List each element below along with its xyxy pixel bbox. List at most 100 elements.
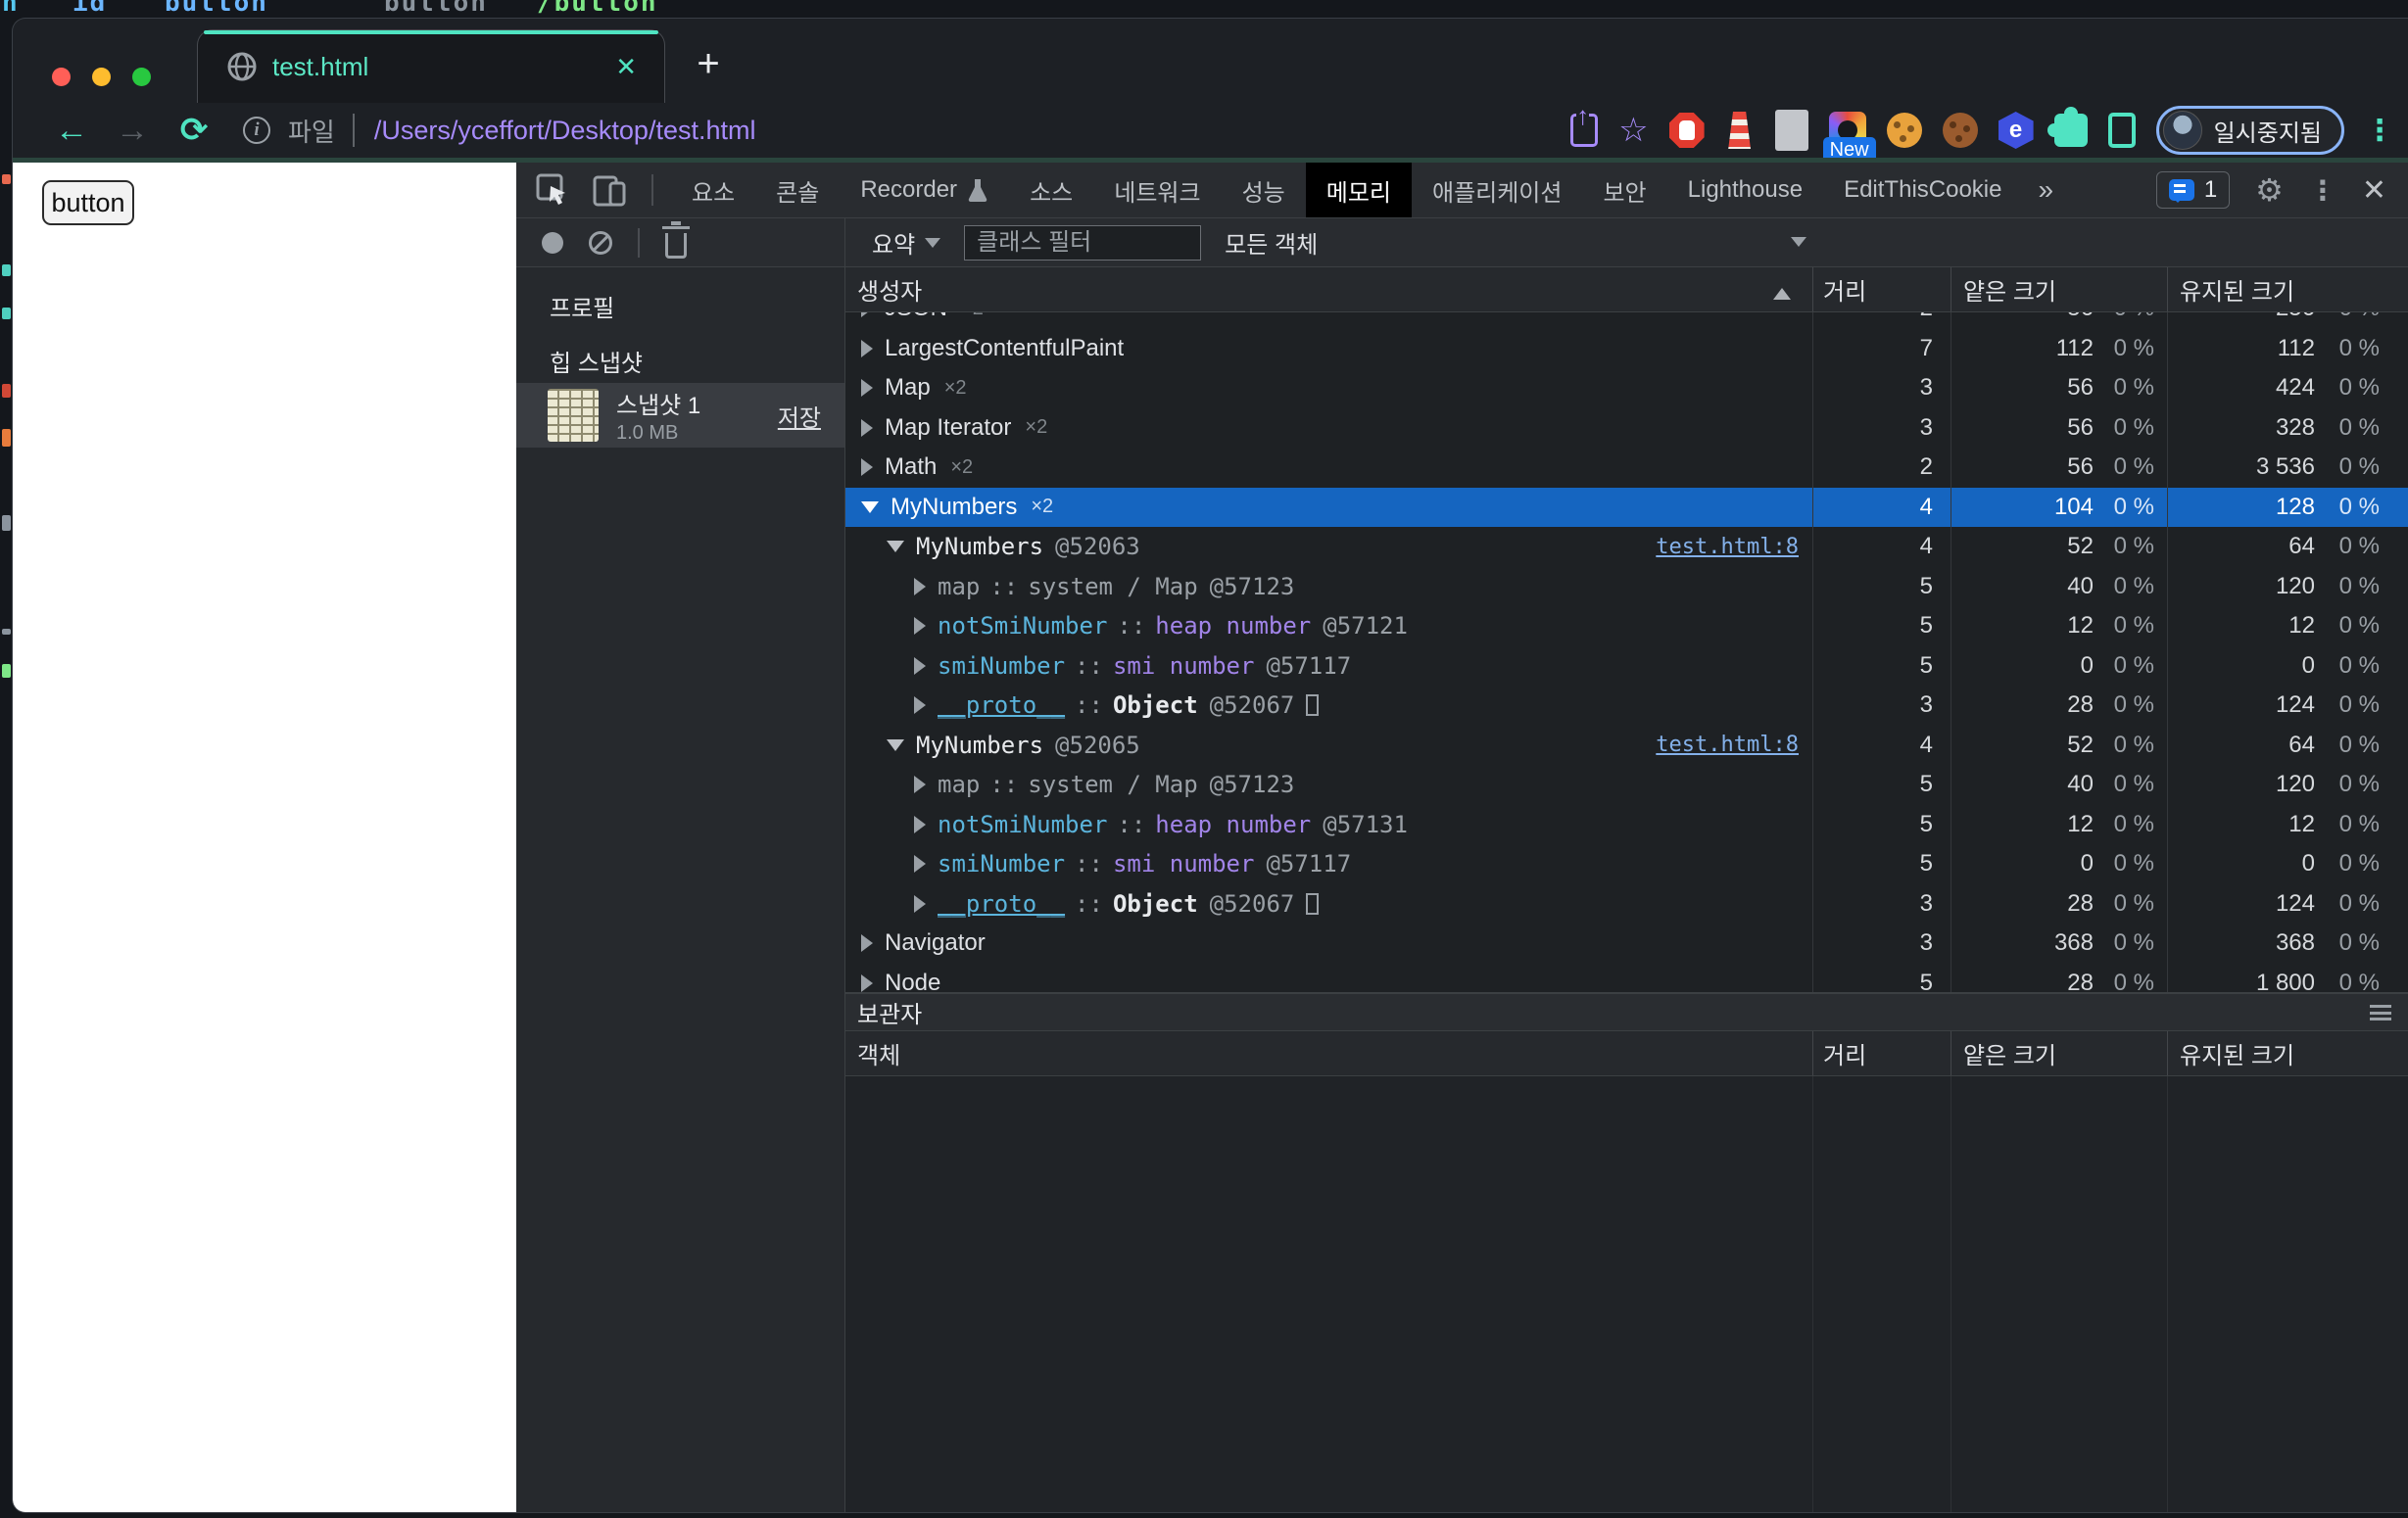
extensions-puzzle-icon[interactable] [2047,107,2088,147]
column-retained-size[interactable]: 유지된 크기 [2167,267,2408,311]
back-icon[interactable]: ← [50,103,93,158]
chevron-right-icon[interactable] [914,815,926,833]
devtools-tab-보안[interactable]: 보안 [1582,163,1666,217]
devtools-tab-네트워크[interactable]: 네트워크 [1093,163,1221,217]
lighthouse-extension-icon[interactable] [1728,112,1751,149]
column-divider[interactable] [1812,312,1813,992]
devtools-kebab-icon[interactable]: ⋮ [2309,174,2336,207]
column-object[interactable]: 객체 [845,1036,1812,1070]
chevron-right-icon[interactable] [914,855,926,874]
heap-grid-row[interactable]: Map Iterator ×2 3 56 0 % 328 0 % [845,408,2408,449]
rainbow-extension-icon[interactable]: New [1822,112,1876,164]
chevron-right-icon[interactable] [914,656,926,675]
cookie-editor-extension-icon[interactable] [1942,113,1978,148]
heap-grid-row[interactable]: map:: system / Map @57123 5 40 0 % 120 0 % [845,765,2408,805]
url-text[interactable]: /Users/yceffort/Desktop/test.html [374,116,756,146]
heap-grid-row[interactable]: notSmiNumber:: heap number @57131 5 12 0 % 12 0… [845,805,2408,845]
page-button[interactable]: button [42,180,134,225]
minimize-window-button[interactable] [92,68,111,86]
column-retained-size[interactable]: 유지된 크기 [2167,1031,2408,1075]
browser-tab[interactable]: test.html ✕ [197,29,665,103]
record-heap-icon[interactable] [542,231,563,254]
source-link[interactable]: test.html:8 [1656,535,1799,559]
devtools-tab-메모리[interactable]: 메모리 [1305,163,1412,217]
chevron-down-icon[interactable] [887,541,904,553]
close-window-button[interactable] [52,68,71,86]
tab-close-icon[interactable]: ✕ [615,52,637,82]
heap-grid-row[interactable]: JSON×22560 %2560 % [845,312,2408,329]
chevron-right-icon[interactable] [861,973,873,992]
settings-gear-icon[interactable]: ⚙ [2255,171,2284,209]
sidebar-extension-icon[interactable] [2107,113,2136,148]
column-shallow-size[interactable]: 얕은 크기 [1950,1031,2167,1075]
devtools-tab-요소[interactable]: 요소 [671,163,755,217]
view-select[interactable]: 요약 [872,225,941,260]
issues-counter[interactable]: 1 [2155,171,2231,209]
chevron-down-icon[interactable] [1791,237,1806,247]
cookie-extension-icon[interactable] [1886,113,1922,148]
gray-extension-icon[interactable] [1774,110,1808,151]
snapshot-item[interactable]: 스냅샷 1 1.0 MB 저장 [516,383,844,448]
hamburger-menu-icon[interactable] [2370,1004,2391,1020]
chevron-right-icon[interactable] [914,577,926,595]
chevron-right-icon[interactable] [861,458,873,477]
column-shallow-size[interactable]: 얕은 크기 [1950,267,2167,311]
chevron-right-icon[interactable] [861,312,873,318]
chevron-down-icon[interactable] [887,738,904,751]
chevron-right-icon[interactable] [861,339,873,357]
shield-e-extension-icon[interactable]: e [1998,112,2034,149]
devtools-tab-성능[interactable]: 성능 [1222,163,1306,217]
heap-grid-row[interactable]: MyNumbers @52063 test.html:8 4 52 0 % 64 0 % [845,527,2408,567]
browser-menu-kebab-icon[interactable]: ⋮ [2365,114,2394,148]
heap-grid-row[interactable]: notSmiNumber:: heap number @57121 5 12 0 % 12 0… [845,606,2408,646]
chevron-right-icon[interactable] [914,617,926,636]
delete-snapshots-icon[interactable] [662,220,690,259]
save-snapshot-link[interactable]: 저장 [778,399,821,433]
chevron-right-icon[interactable] [914,776,926,794]
heap-grid-row[interactable]: Node 5 28 0 % 1 800 0 % [845,964,2408,992]
column-constructor[interactable]: 생성자 [845,272,1812,307]
more-tabs-icon[interactable]: » [2022,174,2069,206]
forward-icon[interactable]: → [111,103,154,158]
share-icon[interactable] [1570,101,1599,147]
objects-filter-select[interactable]: 모든 객체 [1225,225,1318,260]
chevron-right-icon[interactable] [861,418,873,437]
reload-icon[interactable]: ⟳ [172,103,216,158]
zoom-window-button[interactable] [132,68,151,86]
heap-grid-row[interactable]: MyNumbers ×2 4 104 0 % 128 0 % [845,487,2408,527]
column-divider[interactable] [1950,312,1951,992]
devtools-tab-소스[interactable]: 소스 [1009,163,1093,217]
devtools-close-icon[interactable]: ✕ [2362,173,2386,208]
heap-grid-row[interactable]: Map ×2 3 56 0 % 424 0 % [845,368,2408,408]
heap-grid-row[interactable]: MyNumbers @52065 test.html:8 4 52 0 % 64 0 % [845,726,2408,766]
devtools-tab-EditThisCookie[interactable]: EditThisCookie [1823,163,2022,217]
device-toolbar-icon[interactable] [593,173,628,207]
chevron-right-icon[interactable] [914,894,926,913]
devtools-tab-Lighthouse[interactable]: Lighthouse [1667,163,1823,217]
adblock-extension-icon[interactable] [1668,113,1705,148]
column-distance[interactable]: 거리 [1812,267,1950,311]
omnibox[interactable]: i 파일 /Users/yceffort/Desktop/test.html [243,107,755,154]
profile-pill[interactable]: 일시중지됨 [2155,106,2344,155]
column-divider[interactable] [2167,312,2168,992]
site-info-icon[interactable]: i [243,117,270,144]
heap-grid-row[interactable]: LargestContentfulPaint 7 112 0 % 112 0 % [845,329,2408,369]
heap-grid-row[interactable]: Math ×2 2 56 0 % 3 536 0 % [845,448,2408,488]
heap-grid-row[interactable]: __proto__:: Object @52067 3 28 0 % 124 0 % [845,884,2408,925]
chevron-right-icon[interactable] [861,379,873,398]
inspect-element-icon[interactable] [536,173,569,207]
heap-grid-row[interactable]: smiNumber:: smi number @57117 5 0 0 % 0 0 % [845,646,2408,687]
clear-icon[interactable] [589,230,612,255]
new-tab-button[interactable]: + [687,42,730,85]
bookmark-star-icon[interactable]: ☆ [1618,111,1648,150]
chevron-right-icon[interactable] [914,696,926,715]
class-filter-input[interactable] [964,224,1202,261]
chevron-down-icon[interactable] [861,500,879,513]
heap-grid-row[interactable]: map:: system / Map @57123 5 40 0 % 120 0 % [845,567,2408,607]
column-distance[interactable]: 거리 [1812,1031,1950,1075]
source-link[interactable]: test.html:8 [1656,733,1799,757]
devtools-tab-콘솔[interactable]: 콘솔 [755,163,840,217]
heap-grid-row[interactable]: smiNumber:: smi number @57117 5 0 0 % 0 0 % [845,844,2408,884]
heap-grid-row[interactable]: __proto__:: Object @52067 3 28 0 % 124 0 % [845,686,2408,726]
heap-grid-row[interactable]: Navigator 3 368 0 % 368 0 % [845,924,2408,964]
